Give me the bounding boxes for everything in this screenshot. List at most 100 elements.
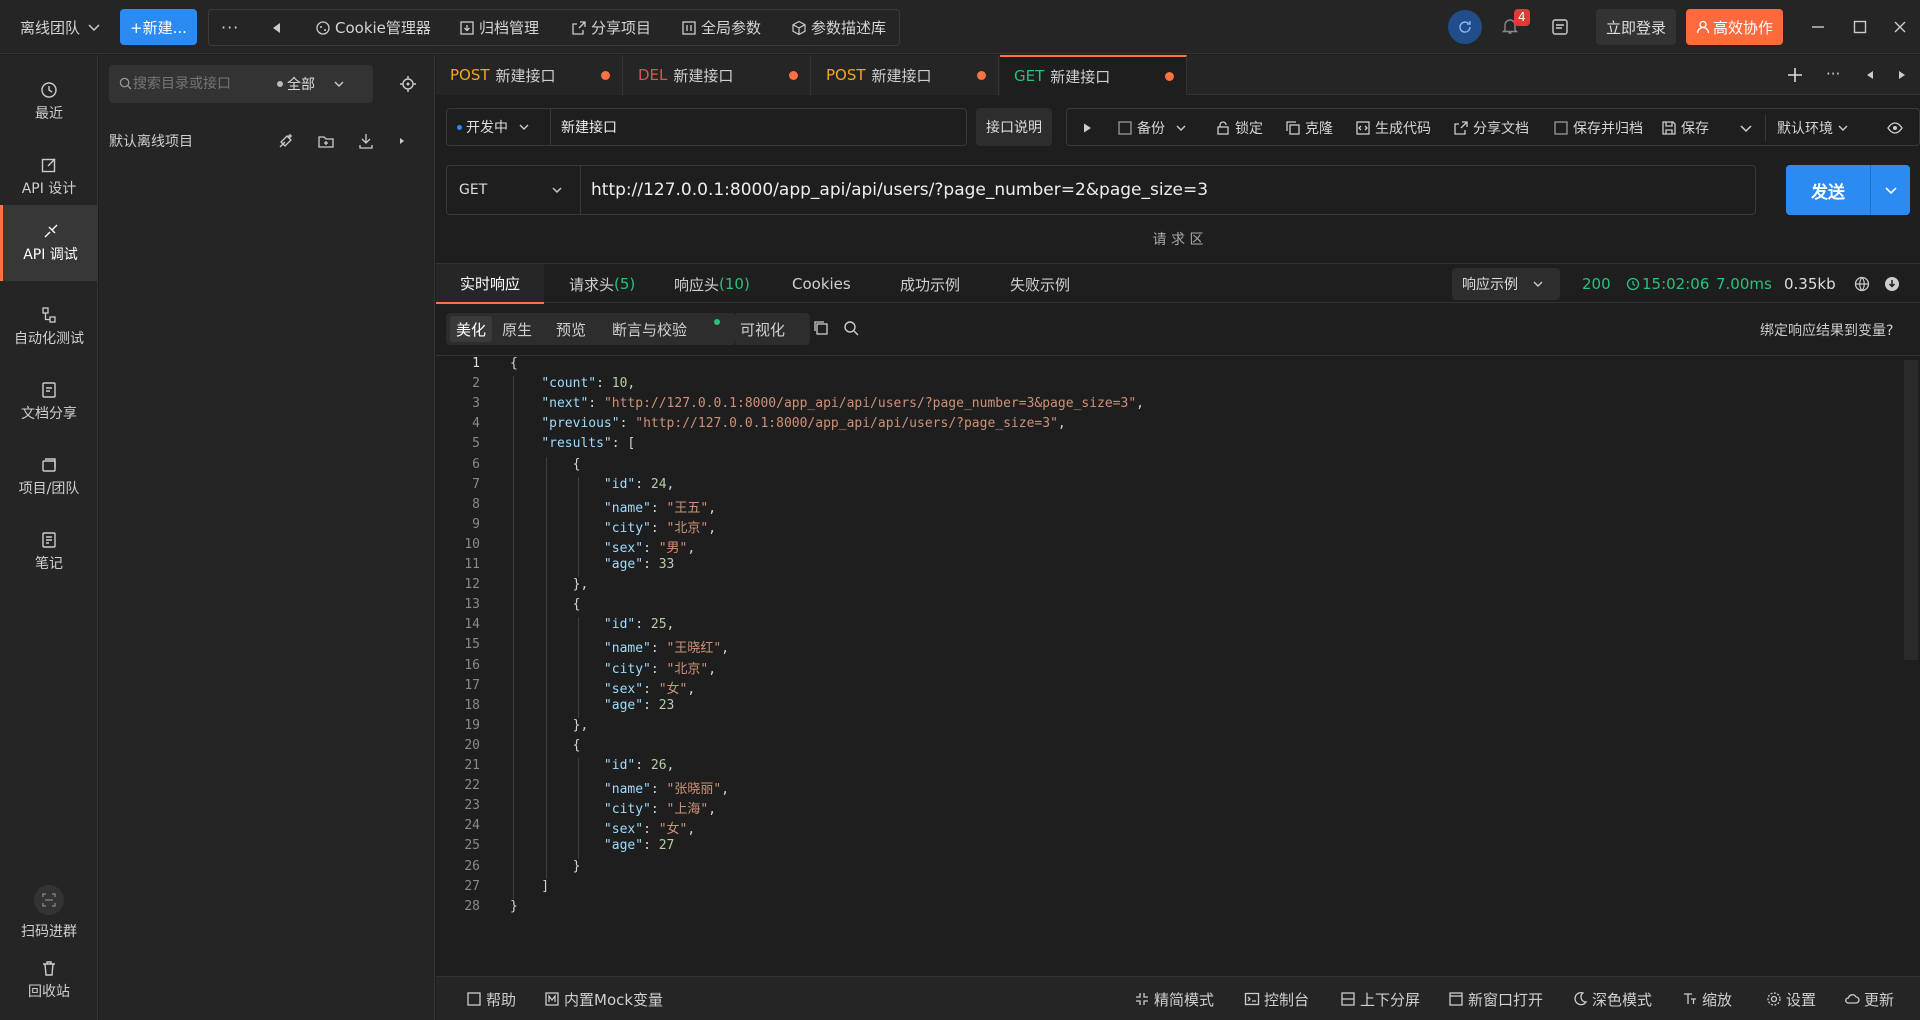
method-select[interactable]: GET	[447, 166, 581, 214]
save-archive-button[interactable]: 保存并归档	[1553, 109, 1643, 147]
triangle-left-icon[interactable]	[1864, 69, 1876, 81]
global-params-button[interactable]: 全局参数	[681, 10, 761, 45]
update-button[interactable]: 更新	[1844, 977, 1894, 1020]
minimize-button[interactable]	[1798, 0, 1838, 54]
view-pretty[interactable]: 美化	[450, 316, 492, 342]
scrollbar[interactable]	[1904, 360, 1918, 660]
share-doc-button[interactable]: 分享文档	[1453, 109, 1529, 147]
nav-auto-test[interactable]: 自动化测试	[0, 297, 98, 357]
tab-request-headers[interactable]: 请求头 (5)	[569, 264, 635, 304]
status-select[interactable]: 开发中	[446, 108, 551, 146]
tab-more-button[interactable]: ···	[1826, 65, 1840, 83]
view-assert[interactable]: 断言与校验	[612, 313, 687, 345]
response-code-viewer[interactable]: 1 {2 "count": 10, 3 "next": "http://127.0.…	[436, 356, 1920, 936]
triangle-right-icon[interactable]	[1896, 69, 1908, 81]
close-icon	[1894, 21, 1906, 33]
archive-button[interactable]: 归档管理	[459, 10, 539, 45]
simple-mode-button[interactable]: 精简模式	[1134, 977, 1214, 1020]
cookie-manager-button[interactable]: Cookie管理器	[315, 10, 431, 45]
settings-button[interactable]: 设置	[1766, 977, 1816, 1020]
share-icon	[1454, 121, 1468, 135]
collapse-button[interactable]	[269, 10, 289, 45]
tab-realtime-response[interactable]: 实时响应	[436, 264, 544, 304]
nav-scan-group[interactable]: 扫码进群	[0, 878, 98, 948]
send-button[interactable]: 发送	[1786, 165, 1870, 215]
request-area-label[interactable]: 请 求 区	[436, 229, 1920, 249]
tab-fail-example[interactable]: 失败示例	[1010, 264, 1070, 304]
tab-post-2[interactable]: POST 新建接口	[812, 55, 999, 95]
caret-right-icon[interactable]	[397, 136, 407, 146]
filter-select[interactable]: 全部	[277, 65, 371, 103]
login-button[interactable]: 立即登录	[1596, 9, 1677, 45]
collab-button[interactable]: 高效协作	[1686, 9, 1784, 45]
new-button[interactable]: +新建...	[120, 9, 197, 45]
tab-del[interactable]: DEL 新建接口	[624, 55, 811, 95]
backup-button[interactable]: 备份	[1117, 109, 1187, 147]
nav-project-team[interactable]: 项目/团队	[0, 447, 98, 507]
tab-get[interactable]: GET 新建接口	[1000, 55, 1187, 95]
help-button[interactable]: 帮助	[466, 977, 516, 1020]
url-bar: GET	[446, 165, 1756, 215]
dark-mode-button[interactable]: 深色模式	[1572, 977, 1652, 1020]
notes-button[interactable]	[1550, 17, 1570, 41]
save-button[interactable]: 保存	[1661, 109, 1709, 147]
tab-response-headers[interactable]: 响应头 (10)	[674, 264, 750, 304]
env-view-button[interactable]	[1887, 109, 1903, 147]
new-window-button[interactable]: 新窗口打开	[1448, 977, 1543, 1020]
save-label: 保存	[1681, 121, 1709, 137]
param-lib-button[interactable]: 参数描述库	[791, 10, 886, 45]
view-visual[interactable]: 可视化	[740, 313, 785, 345]
split-icon	[1341, 992, 1355, 1006]
console-button[interactable]: 控制台	[1244, 977, 1309, 1020]
url-input[interactable]	[581, 166, 1751, 214]
code-line: {	[510, 597, 581, 613]
line-number: 2	[472, 376, 480, 392]
code-line: {	[510, 456, 581, 472]
mock-icon	[545, 992, 559, 1006]
download-icon[interactable]	[1884, 276, 1900, 292]
tab-cookies[interactable]: Cookies	[792, 264, 851, 304]
sync-button[interactable]	[1448, 10, 1482, 44]
split-button[interactable]: 上下分屏	[1340, 977, 1420, 1020]
send-dropdown[interactable]	[1870, 165, 1910, 215]
copy-icon[interactable]	[812, 319, 830, 337]
tab-success-example[interactable]: 成功示例	[900, 264, 960, 304]
nav-doc-share[interactable]: 文档分享	[0, 372, 98, 432]
team-selector[interactable]: 离线团队	[20, 0, 106, 54]
run-button[interactable]	[1081, 109, 1093, 147]
locate-button[interactable]	[399, 75, 417, 97]
share-project-button[interactable]: 分享项目	[571, 10, 651, 45]
nav-recent[interactable]: 最近	[0, 72, 98, 132]
view-preview[interactable]: 预览	[556, 313, 586, 345]
more-button[interactable]: ···	[221, 10, 239, 45]
nav-recycle[interactable]: 回收站	[0, 955, 98, 1005]
clone-button[interactable]: 克隆	[1285, 109, 1333, 147]
mock-button[interactable]: 内置Mock变量	[544, 977, 663, 1020]
add-api-icon[interactable]	[277, 132, 295, 150]
add-folder-icon[interactable]	[317, 132, 335, 150]
save-dropdown[interactable]	[1739, 109, 1753, 147]
nav-api-debug[interactable]: API 调试	[0, 205, 98, 281]
lock-button[interactable]: 锁定	[1215, 109, 1263, 147]
example-select[interactable]: 响应示例	[1452, 268, 1560, 300]
resp-headers-count: (10)	[719, 275, 750, 293]
nav-api-design[interactable]: API 设计	[0, 147, 98, 207]
search-icon[interactable]	[842, 319, 860, 337]
project-name[interactable]: 默认离线项目	[109, 131, 193, 151]
globe-icon[interactable]	[1854, 276, 1870, 292]
zoom-button[interactable]: 缩放	[1682, 977, 1732, 1020]
tab-post-1[interactable]: POST 新建接口	[436, 55, 623, 95]
import-icon[interactable]	[357, 132, 375, 150]
close-window-button[interactable]	[1880, 0, 1920, 54]
gen-code-button[interactable]: 生成代码	[1355, 109, 1431, 147]
env-select[interactable]: 默认环境	[1777, 109, 1849, 147]
api-desc-button[interactable]: 接口说明	[976, 108, 1052, 146]
view-raw[interactable]: 原生	[502, 313, 532, 345]
add-tab-icon[interactable]	[1786, 66, 1804, 84]
bind-variable-link[interactable]: 绑定响应结果到变量?	[1760, 320, 1893, 340]
notification-button[interactable]: 4	[1500, 9, 1530, 40]
search-input[interactable]	[133, 65, 273, 103]
api-name-input[interactable]	[551, 108, 967, 146]
nav-notes[interactable]: 笔记	[0, 522, 98, 582]
maximize-button[interactable]	[1840, 0, 1880, 54]
